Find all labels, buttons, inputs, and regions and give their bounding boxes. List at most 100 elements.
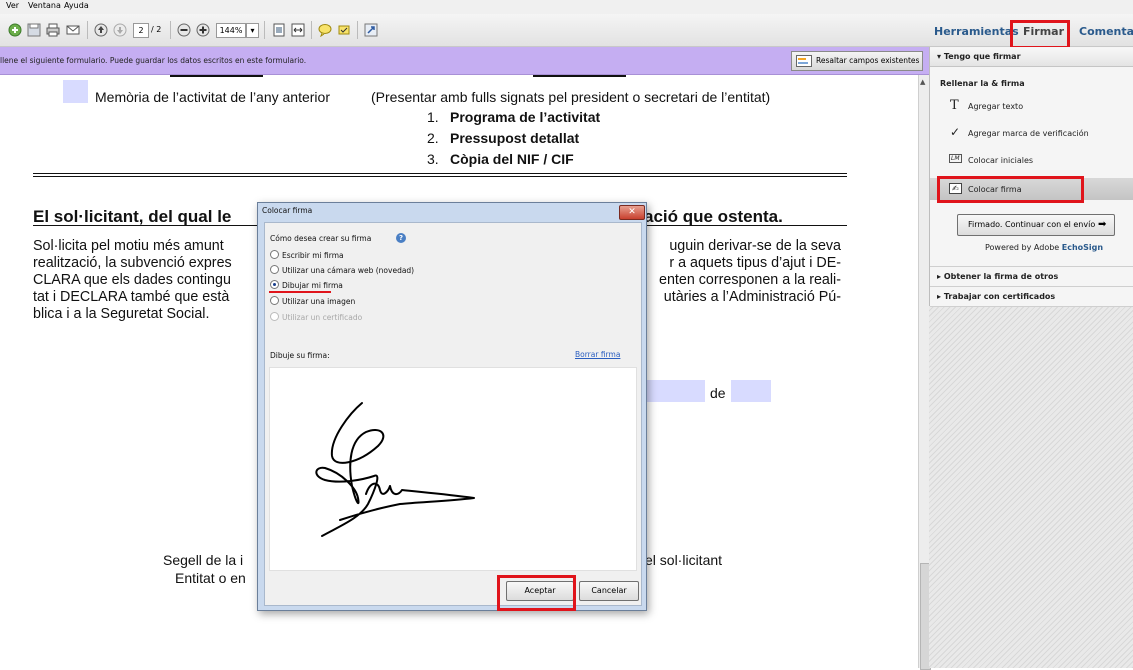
dialog-title: Colocar firma: [262, 206, 313, 215]
list-item: Còpia del NIF / CIF: [450, 151, 574, 167]
create-icon[interactable]: [8, 23, 22, 37]
sollicitant-label: el sol·licitant: [645, 552, 723, 568]
highlight-fields-label: Resaltar campos existentes: [816, 56, 920, 65]
radio-icon: [270, 250, 279, 259]
close-icon[interactable]: ✕: [619, 205, 645, 220]
list-number: 2.: [427, 130, 439, 146]
zoom-in-icon[interactable]: [196, 23, 210, 37]
list-number: 3.: [427, 151, 439, 167]
checkmark-icon: ✓: [950, 125, 961, 139]
toolbar-separator: [357, 21, 358, 39]
toolbar-separator: [311, 21, 312, 39]
signature-canvas[interactable]: [269, 367, 637, 571]
tab-comentario[interactable]: Comentario: [1079, 25, 1133, 38]
option-write-signature[interactable]: Escribir mi firma: [270, 250, 344, 260]
option-image[interactable]: Utilizar una imagen: [270, 296, 355, 306]
highlight-accept-button: [497, 575, 576, 611]
section-obtener-firma[interactable]: ▸ Obtener la firma de otros: [930, 267, 1133, 286]
add-text-label: Agregar texto: [968, 102, 1024, 111]
fit-page-icon[interactable]: [272, 23, 286, 37]
checkbox-field[interactable]: [63, 80, 88, 103]
help-icon[interactable]: ?: [396, 233, 406, 243]
add-checkmark-item[interactable]: ✓ Agregar marca de verificación: [944, 125, 1124, 143]
menu-ver[interactable]: Ver: [6, 1, 19, 10]
presentar-line: (Presentar amb fulls signats pel preside…: [371, 89, 771, 105]
section-obtener-firma-label: ▸ Obtener la firma de otros: [937, 272, 1059, 281]
cancel-button[interactable]: Cancelar: [579, 581, 639, 601]
send-signed-button[interactable]: Firmado. Continuar con el envío ➡: [957, 214, 1115, 236]
rellenar-firma-heading: Rellenar la & firma: [940, 79, 1025, 88]
text-icon: T: [950, 98, 959, 113]
draw-signature-label: Dibuje su firma:: [270, 351, 330, 360]
place-signature-dialog: Colocar firma ✕ Cómo desea crear su firm…: [257, 202, 647, 611]
toolbar: 2 / 2 144% ▾ Herramientas Firmar Comenta…: [0, 14, 1133, 47]
highlight-colocar-firma: [937, 176, 1084, 203]
zoom-dropdown[interactable]: ▾: [246, 23, 259, 38]
de-label: de: [710, 385, 726, 401]
menu-ayuda[interactable]: Ayuda: [64, 1, 89, 10]
segell-label: Segell de la i: [163, 552, 244, 568]
highlight-icon[interactable]: [337, 23, 351, 37]
place-initials-label: Colocar iniciales: [968, 156, 1034, 165]
page-number-input[interactable]: 2: [133, 23, 149, 38]
zoom-out-icon[interactable]: [177, 23, 191, 37]
section-tengo-firmar-label: ▾ Tengo que firmar: [937, 52, 1021, 61]
radio-selected-icon: [270, 280, 279, 289]
place-initials-item[interactable]: LM Colocar iniciales: [944, 152, 1124, 170]
list-number: 1.: [427, 109, 439, 125]
section-heading: El sol·licitant, del qual le: [33, 207, 232, 226]
full-screen-icon[interactable]: [364, 23, 378, 37]
date-field[interactable]: [645, 380, 705, 402]
section-certificados-label: ▸ Trabajar con certificados: [937, 292, 1056, 301]
toolbar-separator: [170, 21, 171, 39]
panel-empty-area: [929, 306, 1133, 668]
page-total: / 2: [151, 25, 162, 34]
tab-herramientas[interactable]: Herramientas: [934, 25, 1019, 38]
arrow-right-icon: ➡: [1098, 219, 1107, 230]
table-rule: [533, 75, 626, 77]
highlight-firmar-tab: [1010, 20, 1070, 49]
add-text-item[interactable]: T Agregar texto: [944, 98, 1124, 116]
form-notification-text: llene el siguiente formulario. Puede gua…: [0, 56, 307, 65]
selection-underline: [269, 291, 331, 293]
powered-by-text: Powered by Adobe EchoSign: [985, 243, 1104, 252]
toolbar-separator: [87, 21, 88, 39]
list-item: Pressupost detallat: [450, 130, 580, 146]
zoom-input[interactable]: 144%: [216, 23, 246, 38]
section-tengo-firmar[interactable]: ▾ Tengo que firmar: [930, 48, 1133, 67]
menu-ventana[interactable]: Ventana: [28, 1, 61, 10]
option-webcam[interactable]: Utilizar una cámara web (novedad): [270, 265, 414, 275]
section-certificados[interactable]: ▸ Trabajar con certificados: [930, 287, 1133, 306]
month-field[interactable]: [731, 380, 771, 402]
paragraph-left: Sol·licita pel motiu més amunt realitzac…: [33, 238, 232, 322]
section-rule: [33, 173, 847, 174]
page-up-icon[interactable]: [94, 23, 108, 37]
drawn-signature: [315, 402, 475, 537]
section-heading-end: ació que ostenta.: [644, 207, 783, 226]
comment-icon[interactable]: [318, 23, 332, 37]
fit-width-icon[interactable]: [291, 23, 305, 37]
email-icon[interactable]: [66, 23, 80, 37]
radio-icon: [270, 312, 279, 321]
create-method-question: Cómo desea crear su firma: [270, 234, 372, 243]
initials-icon: LM: [949, 154, 962, 163]
dialog-body: Cómo desea crear su firma ? Escribir mi …: [264, 222, 642, 606]
toolbar-separator: [264, 21, 265, 39]
entitat-label: Entitat o en: [175, 570, 246, 586]
memoria-line: Memòria de l’activitat de l’any anterior: [95, 89, 330, 105]
add-checkmark-label: Agregar marca de verificación: [968, 129, 1089, 138]
table-rule: [170, 75, 263, 77]
print-icon[interactable]: [46, 23, 60, 37]
chevron-down-icon: ▾: [250, 26, 255, 35]
highlight-fields-button[interactable]: Resaltar campos existentes: [791, 51, 923, 71]
option-draw-signature[interactable]: Dibujar mi firma: [270, 280, 343, 290]
form-notification-bar: llene el siguiente formulario. Puede gua…: [0, 47, 929, 75]
send-signed-label: Firmado. Continuar con el envío: [968, 220, 1096, 229]
clear-signature-link[interactable]: Borrar firma: [575, 350, 620, 359]
save-icon[interactable]: [27, 23, 41, 37]
radio-icon: [270, 296, 279, 305]
page-down-icon[interactable]: [113, 23, 127, 37]
radio-icon: [270, 265, 279, 274]
scroll-up-icon[interactable]: ▲: [920, 78, 925, 86]
list-item: Programa de l’activitat: [450, 109, 601, 125]
